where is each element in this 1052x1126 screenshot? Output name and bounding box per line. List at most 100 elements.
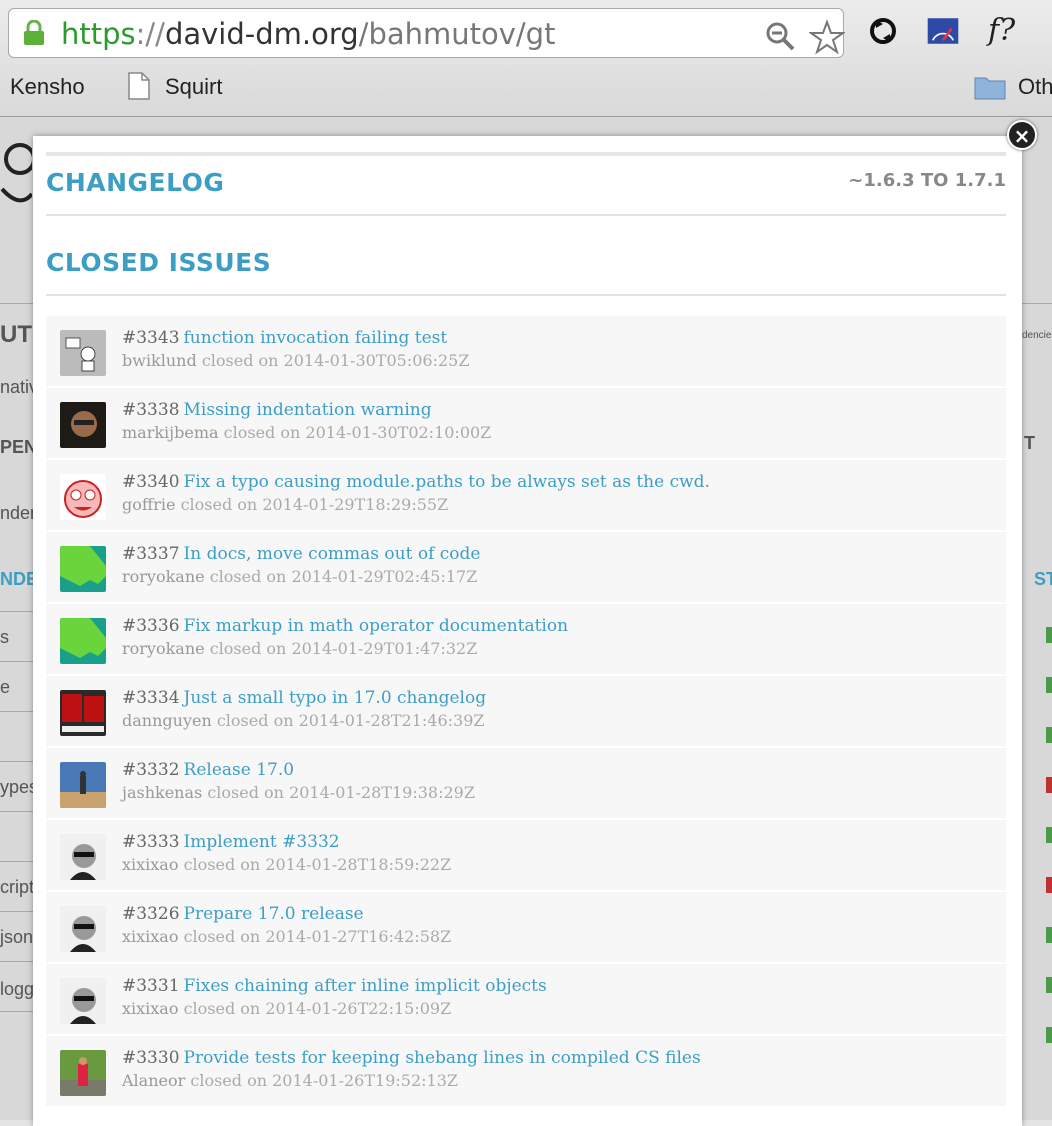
user-avatar[interactable] xyxy=(60,690,106,736)
issue-closed-date: closed on 2014-01-28T18:59:22Z xyxy=(183,855,452,874)
version-range: ~1.6.3 TO 1.7.1 xyxy=(848,170,1006,191)
bookmarks-bar: Kensho Squirt Oth xyxy=(0,68,1052,108)
function-extension-icon[interactable]: f? xyxy=(988,14,1038,48)
issue-closed-date: closed on 2014-01-28T21:46:39Z xyxy=(216,711,485,730)
issue-closed-date: closed on 2014-01-27T16:42:58Z xyxy=(183,927,452,946)
issue-row: #3330 Provide tests for keeping shebang l… xyxy=(46,1036,1006,1106)
issue-user[interactable]: xixixao xyxy=(122,855,178,874)
sync-extension-icon[interactable] xyxy=(866,14,900,48)
issue-closed-date: closed on 2014-01-28T19:38:29Z xyxy=(207,783,475,802)
issue-heading: #3333 Implement #3332 xyxy=(122,832,340,852)
issue-heading: #3343 function invocation failing test xyxy=(122,328,447,348)
user-avatar[interactable] xyxy=(60,1050,106,1096)
bg-fragment: e xyxy=(0,677,11,697)
bg-fragment: s xyxy=(0,627,9,647)
bg-fragment: ST xyxy=(1034,569,1052,589)
issue-user[interactable]: roryokane xyxy=(122,639,205,658)
issue-row: #3334 Just a small typo in 17.0 changelog… xyxy=(46,676,1006,746)
issue-number: #3336 xyxy=(122,616,180,636)
issue-number: #3332 xyxy=(122,760,180,780)
issue-closed-date: closed on 2014-01-30T02:10:00Z xyxy=(223,423,492,442)
issue-title-link[interactable]: Fixes chaining after inline implicit obj… xyxy=(184,976,547,996)
issue-row: #3338 Missing indentation warning markijbe… xyxy=(46,388,1006,458)
user-avatar[interactable] xyxy=(60,330,106,376)
issue-closed-date: closed on 2014-01-26T22:15:09Z xyxy=(183,999,452,1018)
status-square xyxy=(1046,777,1052,793)
changelog-modal: CHANGELOG ~1.6.3 TO 1.7.1 CLOSED ISSUES … xyxy=(33,136,1022,1126)
issue-title-link[interactable]: Just a small typo in 17.0 changelog xyxy=(184,688,487,708)
issue-user[interactable]: roryokane xyxy=(122,567,205,586)
issue-title-link[interactable]: Fix markup in math operator documentatio… xyxy=(184,616,569,636)
issue-user[interactable]: markijbema xyxy=(122,423,219,442)
issue-title-link[interactable]: In docs, move commas out of code xyxy=(184,544,481,564)
bookmark-kensho[interactable]: Kensho xyxy=(10,74,85,100)
issue-title-link[interactable]: Provide tests for keeping shebang lines … xyxy=(184,1048,701,1068)
issue-heading: #3337 In docs, move commas out of code xyxy=(122,544,480,564)
issue-title-link[interactable]: Missing indentation warning xyxy=(184,400,432,420)
close-button[interactable]: × xyxy=(1007,120,1037,150)
issue-heading: #3330 Provide tests for keeping shebang l… xyxy=(122,1048,701,1068)
modal-title: CHANGELOG xyxy=(46,168,225,197)
bookmark-star-icon[interactable] xyxy=(809,19,845,55)
status-square xyxy=(1046,827,1052,843)
issue-title-link[interactable]: Prepare 17.0 release xyxy=(184,904,364,924)
issue-row: #3326 Prepare 17.0 release xixixao closed … xyxy=(46,892,1006,962)
issue-heading: #3336 Fix markup in math operator documen… xyxy=(122,616,568,636)
address-bar[interactable]: https://david-dm.org/bahmutov/gt xyxy=(8,8,845,58)
user-avatar[interactable] xyxy=(60,978,106,1024)
status-square xyxy=(1046,927,1052,943)
issue-user[interactable]: goffrie xyxy=(122,495,175,514)
issue-user[interactable]: Alaneor xyxy=(122,1071,185,1090)
lock-icon xyxy=(24,20,44,45)
issue-meta: markijbema closed on 2014-01-30T02:10:00… xyxy=(122,423,491,442)
issue-row: #3331 Fixes chaining after inline implici… xyxy=(46,964,1006,1034)
user-avatar[interactable] xyxy=(60,618,106,664)
issue-closed-date: closed on 2014-01-30T05:06:25Z xyxy=(201,351,470,370)
issue-number: #3337 xyxy=(122,544,180,564)
issue-row: #3337 In docs, move commas out of code ror… xyxy=(46,532,1006,602)
zoom-out-icon[interactable] xyxy=(765,21,795,51)
issue-user[interactable]: jashkenas xyxy=(122,783,202,802)
issue-title-link[interactable]: function invocation failing test xyxy=(184,328,448,348)
status-square xyxy=(1046,677,1052,693)
user-avatar[interactable] xyxy=(60,474,106,520)
user-avatar[interactable] xyxy=(60,546,106,592)
issue-closed-date: closed on 2014-01-29T18:29:55Z xyxy=(180,495,449,514)
status-square xyxy=(1046,977,1052,993)
issue-row: #3333 Implement #3332 xixixao closed on 20… xyxy=(46,820,1006,890)
issue-number: #3330 xyxy=(122,1048,180,1068)
issue-meta: roryokane closed on 2014-01-29T02:45:17Z xyxy=(122,567,477,586)
user-avatar[interactable] xyxy=(60,906,106,952)
user-avatar[interactable] xyxy=(60,402,106,448)
issue-user[interactable]: xixixao xyxy=(122,999,178,1018)
issue-number: #3333 xyxy=(122,832,180,852)
issue-heading: #3332 Release 17.0 xyxy=(122,760,294,780)
issue-title-link[interactable]: Implement #3332 xyxy=(184,832,340,852)
bookmark-other[interactable]: Oth xyxy=(1018,74,1052,100)
user-avatar[interactable] xyxy=(60,762,106,808)
issue-number: #3343 xyxy=(122,328,180,348)
document-icon xyxy=(128,72,150,100)
issue-heading: #3326 Prepare 17.0 release xyxy=(122,904,364,924)
issue-meta: dannguyen closed on 2014-01-28T21:46:39Z xyxy=(122,711,484,730)
issue-title-link[interactable]: Fix a typo causing module.paths to be al… xyxy=(184,472,710,492)
bookmark-squirt[interactable]: Squirt xyxy=(165,74,222,100)
divider xyxy=(46,214,1006,216)
issue-title-link[interactable]: Release 17.0 xyxy=(184,760,295,780)
issue-user[interactable]: bwiklund xyxy=(122,351,197,370)
speedometer-extension-icon[interactable] xyxy=(926,14,960,48)
issue-closed-date: closed on 2014-01-29T01:47:32Z xyxy=(209,639,478,658)
status-square xyxy=(1046,1027,1052,1043)
issue-user[interactable]: xixixao xyxy=(122,927,178,946)
url-text: https://david-dm.org/bahmutov/gt xyxy=(61,17,556,51)
issue-number: #3338 xyxy=(122,400,180,420)
bg-fragment: T xyxy=(1024,433,1035,453)
user-avatar[interactable] xyxy=(60,834,106,880)
issue-closed-date: closed on 2014-01-29T02:45:17Z xyxy=(209,567,478,586)
issue-number: #3340 xyxy=(122,472,180,492)
bg-fragment: cript xyxy=(0,877,35,897)
folder-icon xyxy=(974,77,1006,100)
issue-user[interactable]: dannguyen xyxy=(122,711,212,730)
issue-meta: xixixao closed on 2014-01-26T22:15:09Z xyxy=(122,999,451,1018)
issue-meta: roryokane closed on 2014-01-29T01:47:32Z xyxy=(122,639,477,658)
